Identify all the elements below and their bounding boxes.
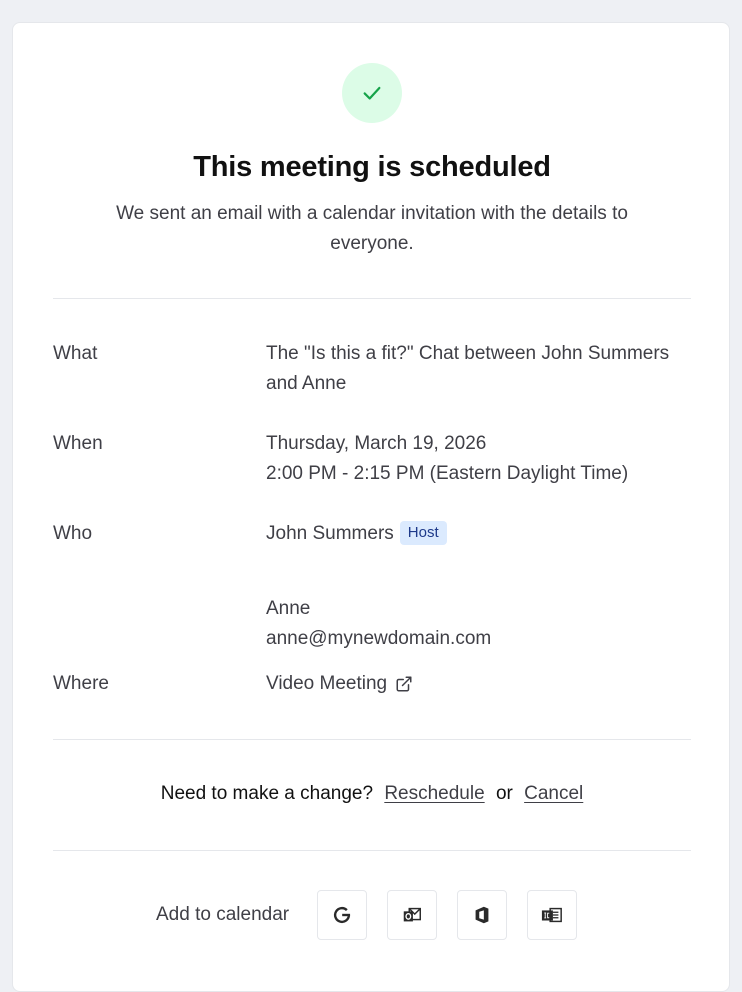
who-host: John Summers Host [266,519,696,549]
success-check-icon [342,63,402,123]
outlook-icon [401,904,423,926]
divider [53,298,691,299]
change-prompt-line: Need to make a change? Reschedule or Can… [13,779,731,809]
cancel-link[interactable]: Cancel [524,783,583,804]
ics-file-icon [540,904,564,926]
add-to-calendar-label: Add to calendar [156,904,290,925]
booking-confirmation-card: This meeting is scheduled We sent an ema… [12,22,730,992]
page-title: This meeting is scheduled [193,151,551,183]
where-label: Where [53,673,109,694]
or-text: or [495,783,513,804]
who-guest: Anne anne@mynewdomain.com [266,594,696,654]
when-label: When [53,433,103,454]
page-subtitle: We sent an email with a calendar invitat… [116,203,628,254]
when-date: Thursday, March 19, 2026 [266,433,487,454]
google-calendar-icon [331,904,353,926]
when-time: 2:00 PM - 2:15 PM (Eastern Daylight Time… [266,463,629,484]
host-name: John Summers [266,523,394,544]
divider [53,739,691,740]
external-link-icon [395,675,413,693]
add-office365-button[interactable] [457,890,507,940]
change-prompt: Need to make a change? [160,783,374,804]
add-outlook-button[interactable] [387,890,437,940]
divider [53,850,691,851]
what-label: What [53,343,98,364]
video-meeting-link[interactable]: Video Meeting [266,669,413,699]
office365-icon [471,904,493,926]
add-ics-file-button[interactable] [527,890,577,940]
guest-name: Anne [266,598,311,619]
who-label: Who [53,523,93,544]
reschedule-link[interactable]: Reschedule [384,783,484,804]
where-value: Video Meeting [266,669,696,699]
video-meeting-text: Video Meeting [266,673,388,694]
add-google-calendar-button[interactable] [317,890,367,940]
when-value: Thursday, March 19, 2026 2:00 PM - 2:15 … [266,429,696,489]
what-value: The "Is this a fit?" Chat between John S… [266,343,670,394]
host-badge: Host [399,521,447,545]
guest-email: anne@mynewdomain.com [266,628,492,649]
